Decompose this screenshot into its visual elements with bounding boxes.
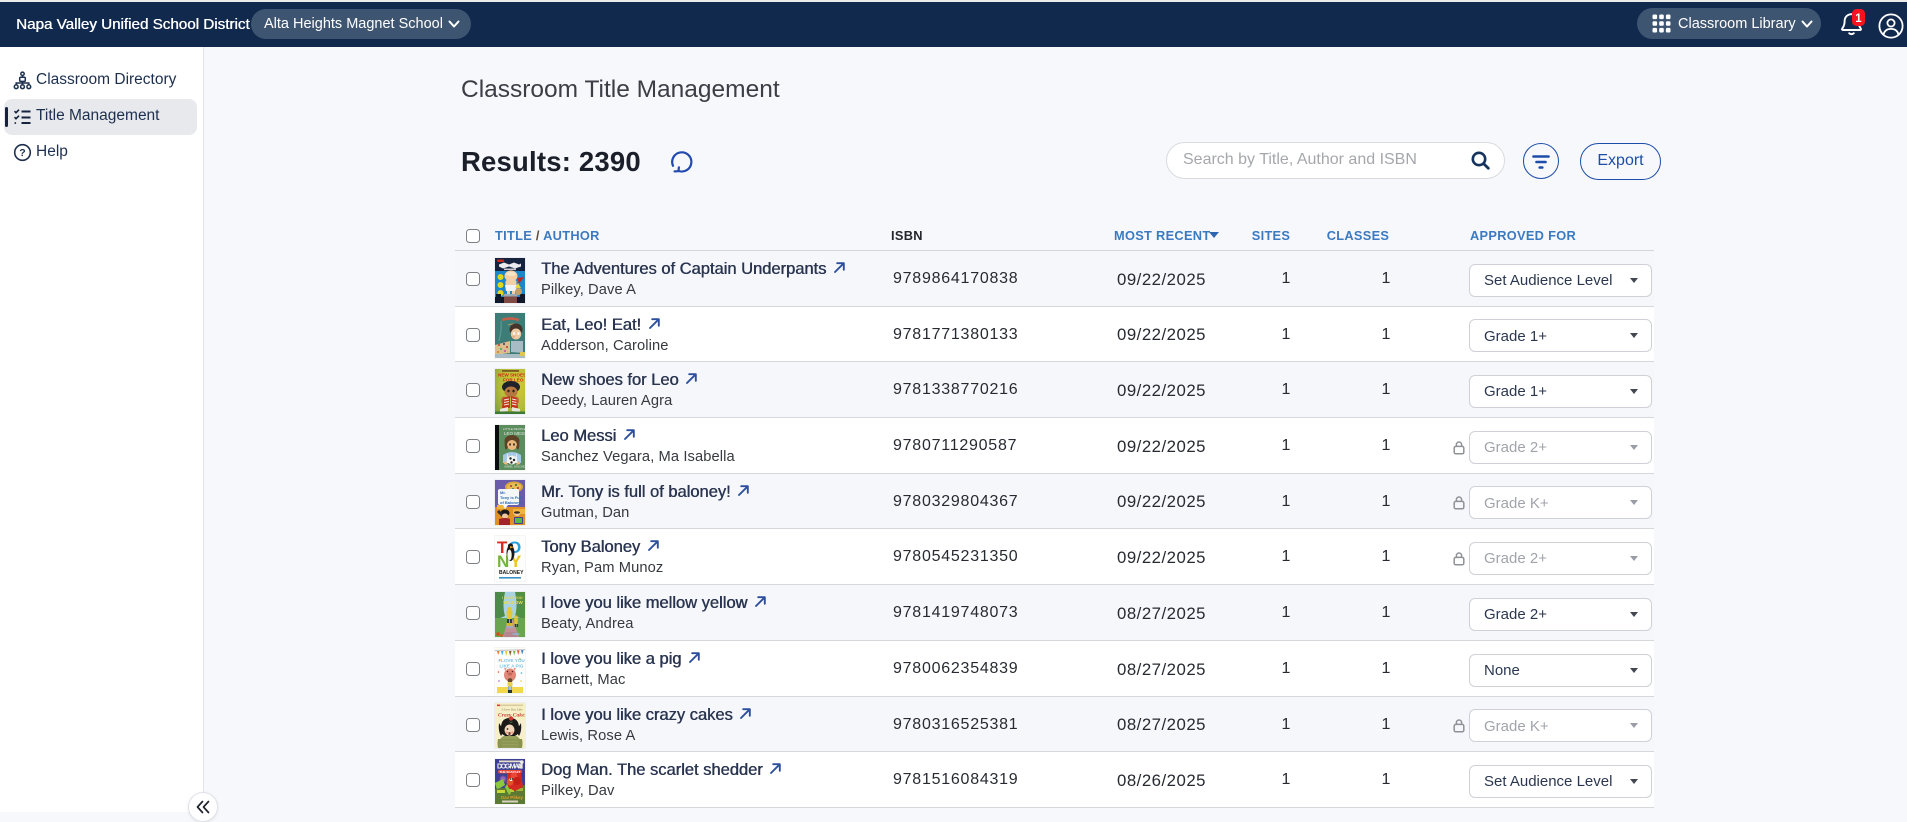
svg-text:Dav Pilkey: Dav Pilkey xyxy=(501,795,524,800)
svg-text:of Baloney!: of Baloney! xyxy=(500,500,522,505)
svg-text:BALONEY: BALONEY xyxy=(499,570,524,576)
svg-text:ISABEL SANCHEZ: ISABEL SANCHEZ xyxy=(504,464,525,468)
svg-text:LIKE A PIG: LIKE A PIG xyxy=(500,663,524,668)
svg-text:?: ? xyxy=(19,147,25,159)
svg-text:I LOVE YOU: I LOVE YOU xyxy=(499,658,526,663)
svg-text:I Love You Like: I Love You Like xyxy=(501,708,524,712)
svg-text:YELLOW: YELLOW xyxy=(503,600,523,605)
svg-text:LEO MESSI: LEO MESSI xyxy=(504,431,525,436)
